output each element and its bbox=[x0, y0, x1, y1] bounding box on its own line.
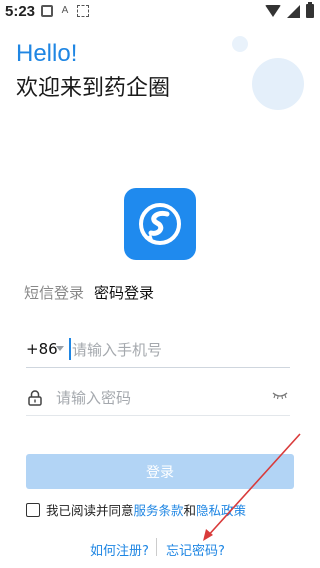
sim-card-icon bbox=[41, 5, 53, 17]
welcome-title: 欢迎来到药企圈 bbox=[16, 76, 171, 101]
password-input[interactable] bbox=[56, 384, 256, 412]
logo-swirl-icon bbox=[139, 203, 181, 245]
forgot-password-link[interactable]: 忘记密码? bbox=[166, 540, 225, 559]
how-to-register-link[interactable]: 如何注册? bbox=[90, 540, 149, 559]
wifi-icon bbox=[265, 5, 281, 17]
agreement-and: 和 bbox=[183, 503, 197, 518]
a-notification-icon: A bbox=[61, 5, 69, 16]
decorative-circle-small bbox=[232, 36, 248, 52]
agreement-checkbox[interactable] bbox=[26, 502, 40, 517]
app-logo bbox=[124, 188, 196, 260]
phone-row: +86 bbox=[26, 332, 290, 368]
tab-password-login[interactable]: 密码登录 bbox=[94, 282, 154, 303]
agreement-prefix: 我已阅读并同意 bbox=[46, 503, 134, 518]
chevron-down-icon[interactable] bbox=[56, 346, 64, 351]
battery-icon bbox=[306, 2, 314, 18]
agreement-row: 我已阅读并同意 服务条款 和 隐私政策 bbox=[26, 500, 246, 519]
country-code-selector[interactable]: +86 bbox=[26, 340, 58, 358]
privacy-link[interactable]: 隐私政策 bbox=[196, 500, 246, 519]
status-time: 5:23 bbox=[5, 3, 36, 20]
password-row bbox=[26, 380, 290, 416]
tab-sms-login[interactable]: 短信登录 bbox=[24, 282, 84, 303]
decorative-circle-large bbox=[252, 58, 304, 110]
login-button[interactable]: 登录 bbox=[26, 454, 294, 489]
terms-link[interactable]: 服务条款 bbox=[134, 500, 184, 519]
text-cursor bbox=[69, 338, 71, 360]
signal-icon bbox=[287, 4, 300, 18]
footer-divider bbox=[156, 538, 157, 556]
phone-input[interactable] bbox=[72, 336, 288, 364]
greeting-title: Hello! bbox=[16, 40, 78, 67]
eye-closed-icon[interactable] bbox=[272, 390, 288, 400]
lock-icon bbox=[28, 390, 42, 406]
status-bar: 5:23 A bbox=[0, 0, 320, 24]
grid-notification-icon bbox=[77, 5, 89, 17]
